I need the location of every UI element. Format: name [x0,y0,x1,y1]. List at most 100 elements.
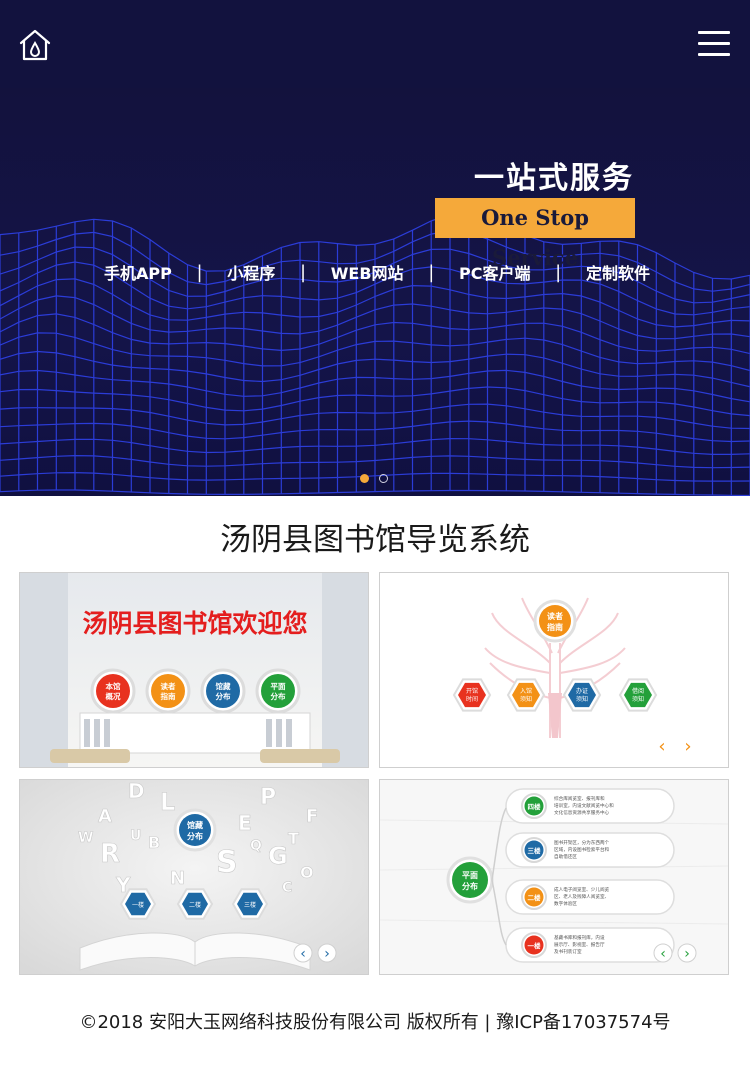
floating-letter: D [128,780,145,803]
reader-guide-screen-image: 读者 指南 开馆时间入馆须知办证须知借阅须知 ‹ › [380,573,728,767]
floor-description: 文化信息资源共享服务中心 [554,809,610,816]
hex-label: 须知 [576,695,588,703]
floor-description: 培训室，内设文献阅览中心和 [554,802,614,809]
next-arrow-icon[interactable]: › [684,736,691,757]
floor-hex-button[interactable]: 三楼 [231,888,269,920]
reader-guide-hex-button[interactable]: 入馆须知 [506,678,546,712]
floating-letter: O [300,863,314,882]
hero-banner[interactable]: 一站式服务 One Stop Service 手机APP | 小程序 | WEB… [0,88,750,496]
hex-label: 须知 [520,695,532,703]
floor-description: 数字体验区 [554,900,577,907]
carousel-dots [360,474,388,483]
floating-letter: U [130,828,141,844]
footer-copyright: ©2018 安阳大玉网络科技股份有限公司 版权所有 | 豫ICP备1703757… [79,1012,671,1033]
floor-description: 区域，内设图书检索平台和 [554,846,610,853]
reader-guide-line2: 指南 [547,622,563,632]
service-pc-client: PC客户端 [459,264,531,283]
reader-guide-hex-button[interactable]: 开馆时间 [452,678,492,712]
hex-label: 开馆 [466,687,478,695]
floor-description: 成人电子阅览室、少儿阅览 [554,886,610,893]
wireframe-terrain-graphic [0,212,750,496]
welcome-button-label: 分布 [216,691,231,701]
floating-letter: T [288,829,299,848]
gallery-card-reader-guide[interactable]: 读者 指南 开馆 时间 入馆 须知 办证 须知 借阅 须知 ‹ › [379,572,729,768]
welcome-screen-image: 汤阴县图书馆欢迎您 本馆概况读者指南馆藏分布平面分布 [20,573,368,767]
welcome-heading: 汤阴县图书馆欢迎您 [82,609,307,638]
floating-letter: E [238,811,252,835]
service-separator: | [196,261,203,283]
welcome-menu-button[interactable]: 本馆概况 [90,668,136,714]
floating-letter: F [306,806,318,827]
floor-label: 四楼 [528,802,542,811]
floor-plan-line1: 平面 [462,871,478,880]
floor-label: 三楼 [528,846,542,855]
floor-label: 一楼 [528,941,542,950]
top-navigation-bar [0,0,750,88]
floor-row[interactable]: 三楼 图书开架区，分为东西两个区域，内设图书检索平台和自助借还区 [505,832,675,868]
floor-description: 图书开架区，分为东西两个 [554,839,610,846]
welcome-menu-button[interactable]: 读者指南 [145,668,191,714]
floor-row[interactable]: 一楼 基藏书库和报刊库，内设展示厅、影视室、报告厅及书刊装订室 [505,927,675,963]
floor-row[interactable]: 二楼 成人电子阅览室、少儿阅览区、老人及残障人阅览室、数字体验区 [505,879,675,915]
service-mini-program: 小程序 [227,264,276,283]
hero-title: 一站式服务 [474,161,634,196]
section-title: 汤阴县图书馆导览系统 [220,522,530,558]
gallery-card-floor-plan[interactable]: 平面 分布 四楼 综合库阅览室、报刊库和 培训室，内设文献阅览中心和 文化信息资源共享… [379,779,729,975]
welcome-button-label: 读者 [161,681,176,691]
reader-guide-line1: 读者 [547,611,563,621]
floor-description: 综合库阅览室、报刊库和 [554,795,605,802]
floor-description: 区、老人及残障人阅览室、 [554,893,609,900]
floating-letter: L [160,788,175,816]
gallery-card-welcome[interactable]: 汤阴县图书馆欢迎您 本馆 概况 读者 指南 馆藏 分布 平面 分布 [19,572,369,768]
floor-hex-label: 二楼 [189,901,201,909]
floor-description: 基藏书库和报刊库，内设 [554,934,605,941]
floating-letter: W [78,830,93,846]
reader-guide-hex-button[interactable]: 借阅须知 [618,678,658,712]
floor-hex-label: 三楼 [244,901,256,909]
next-arrow-icon[interactable]: › [324,946,330,962]
welcome-button-label: 指南 [161,691,176,701]
floor-label: 二楼 [528,893,542,902]
home-icon[interactable] [18,28,52,62]
floating-letter: R [100,839,120,869]
carousel-dot-1[interactable] [360,474,369,483]
prev-arrow-icon[interactable]: ‹ [658,736,665,757]
hex-label: 办证 [576,687,588,695]
floor-hex-label: 一楼 [132,901,144,909]
floor-plan-line2: 分布 [462,881,478,891]
service-list: 手机APP | 小程序 | WEB网站 | PC客户端 | 定制软件 [104,260,650,284]
floating-letter: P [260,785,276,810]
welcome-button-label: 平面 [271,682,286,691]
floor-hex-button[interactable]: 一楼 [119,888,157,920]
service-custom-software: 定制软件 [585,264,650,283]
welcome-button-label: 概况 [106,691,121,701]
floor-plan-screen-image: 平面 分布 四楼 综合库阅览室、报刊库和培训室，内设文献阅览中心和文化信息资源共享… [380,780,728,974]
floating-letter: N [170,868,185,889]
service-separator: | [300,261,307,283]
prev-arrow-icon[interactable]: ‹ [660,946,666,962]
gallery-card-collection[interactable]: DLPAEFRSGBTQYNOUCW 馆藏 分布 一楼 二楼 三楼 ‹ › [19,779,369,975]
welcome-menu-button[interactable]: 馆藏分布 [200,668,246,714]
service-app: 手机APP [104,264,172,283]
floor-row[interactable]: 四楼 综合库阅览室、报刊库和培训室，内设文献阅览中心和文化信息资源共享服务中心 [505,788,675,824]
hero-subtitle-badge: One Stop Service [435,198,635,270]
hex-label: 入馆 [520,687,532,695]
floating-letter: G [268,842,288,870]
hex-label: 借阅 [632,687,644,695]
welcome-button-label: 本馆 [105,681,121,691]
collection-line1: 馆藏 [187,820,203,830]
floor-description: 展示厅、影视室、报告厅 [554,941,605,948]
floating-letter: A [98,806,112,827]
carousel-dot-2[interactable] [379,474,388,483]
prev-arrow-icon[interactable]: ‹ [300,946,306,962]
reader-guide-hex-button[interactable]: 办证须知 [562,678,602,712]
floating-letter: C [282,880,292,896]
next-arrow-icon[interactable]: › [684,946,690,962]
hex-label: 时间 [466,695,478,703]
hamburger-menu-icon[interactable] [698,31,730,57]
hex-label: 须知 [632,695,644,703]
welcome-menu-button[interactable]: 平面分布 [255,668,301,714]
collection-screen-image: D L PA E FR S GB TQY N OUCW 馆藏 分布 一楼 二楼 三楼 ‹ › [20,780,368,974]
floor-hex-button[interactable]: 二楼 [176,888,214,920]
floating-letter: S [216,845,238,880]
